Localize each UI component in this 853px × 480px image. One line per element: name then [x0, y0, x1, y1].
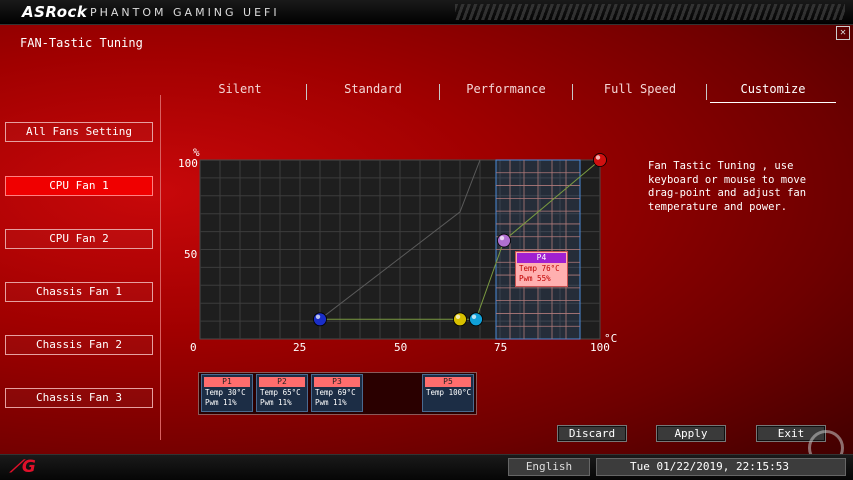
drag-point-highlight	[471, 314, 477, 320]
point-box-p5[interactable]: P5 Temp 100°C	[422, 374, 474, 412]
point-box-temp: Temp 100°C	[426, 388, 472, 397]
drag-point-p1[interactable]	[313, 312, 327, 327]
help-text: Fan Tastic Tuning , use keyboard or mous…	[648, 160, 807, 213]
point-box-pwm: Pwm 11%	[260, 398, 292, 407]
tooltip-title: P4	[517, 253, 566, 263]
point-box-pwm: Pwm 11%	[315, 398, 347, 407]
point-box-temp: Temp 69°C	[315, 388, 356, 397]
x-tick-label: 25	[293, 341, 307, 354]
drag-point-highlight	[595, 155, 601, 160]
point-box-p2[interactable]: P2 Temp 65°C Pwm 11%	[256, 374, 308, 412]
phantom-gaming-logo: ⟋G	[10, 457, 36, 477]
point-box-title: P5	[425, 377, 471, 387]
drag-point-highlight	[315, 314, 321, 320]
tooltip-pwm: Pwm 55%	[519, 274, 551, 283]
point-box-title: P3	[314, 377, 360, 387]
drag-point-p4[interactable]	[497, 233, 511, 248]
point-tooltip: P4 Temp 76°C Pwm 55%	[515, 251, 568, 287]
drag-point-ball[interactable]	[469, 312, 483, 327]
datetime-display: Tue 01/22/2019, 22:15:53	[596, 458, 846, 476]
drag-point-p3[interactable]	[469, 312, 483, 327]
x-tick-label: 75	[494, 341, 508, 354]
drag-point-highlight	[455, 314, 461, 320]
apply-button[interactable]: Apply	[656, 425, 726, 442]
drag-point-highlight	[499, 235, 505, 241]
point-box-p3[interactable]: P3 Temp 69°C Pwm 11%	[311, 374, 363, 412]
point-box-temp: Temp 30°C	[205, 388, 246, 397]
point-box-p1[interactable]: P1 Temp 30°C Pwm 11%	[201, 374, 253, 412]
point-box-temp: Temp 65°C	[260, 388, 301, 397]
x-tick-label: 100	[590, 341, 610, 354]
point-box-pwm: Pwm 11%	[205, 398, 237, 407]
drag-point-ball[interactable]	[593, 153, 607, 167]
point-box-title: P1	[204, 377, 250, 387]
drag-point-ball[interactable]	[313, 312, 327, 327]
tooltip-temp: Temp 76°C	[519, 264, 560, 273]
drag-point-ball[interactable]	[453, 312, 467, 327]
drag-point-ball[interactable]	[497, 233, 511, 248]
drag-point-p2[interactable]	[453, 312, 467, 327]
point-box-title: P2	[259, 377, 305, 387]
x-tick-label: 50	[394, 341, 408, 354]
y-tick-label: 50	[184, 248, 198, 261]
y-tick-label: 100	[178, 157, 198, 170]
bios-window: { "header": {"brand": "ASRock", "subtitl…	[0, 0, 853, 480]
language-selector[interactable]: English	[508, 458, 590, 476]
drag-point-p5[interactable]	[593, 153, 607, 167]
discard-button[interactable]: Discard	[557, 425, 627, 442]
y-tick-label: 0	[190, 341, 197, 354]
